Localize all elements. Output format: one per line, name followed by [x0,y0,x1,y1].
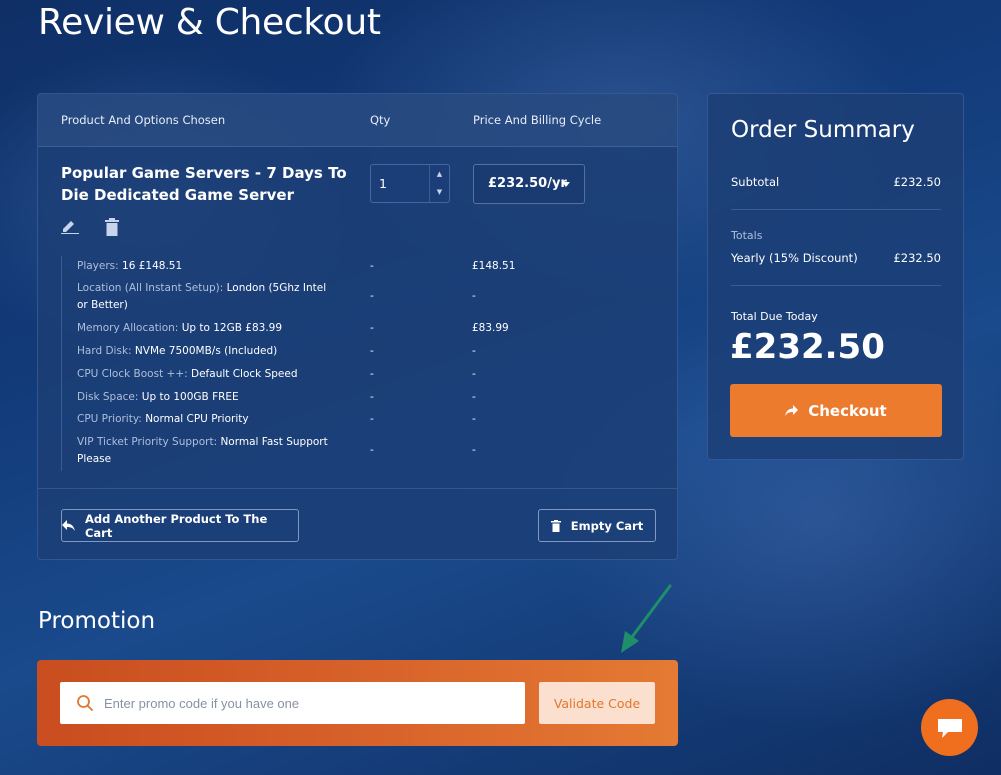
increment-icon[interactable]: ▲ [430,165,449,183]
totals-label: Totals [731,229,763,242]
quantity-value: 1 [379,176,387,191]
header-qty: Qty [370,113,391,127]
reply-arrow-icon [62,520,75,531]
option-key: VIP Ticket Priority Support: [77,436,218,448]
chevron-down-icon [562,182,570,187]
validate-code-button[interactable]: Validate Code [539,682,655,724]
option-value: 16 £148.51 [122,260,183,272]
chat-bubble-icon [937,718,962,738]
option-qty: - [370,290,374,302]
yearly-label: Yearly (15% Discount) [731,251,858,265]
option-key: Location (All Instant Setup): [77,282,224,294]
option-qty: - [370,322,374,334]
divider [731,209,941,210]
option-qty: - [370,345,374,357]
product-name: Popular Game Servers - 7 Days To Die Ded… [61,164,347,204]
options-list: Players: 16 £148.51 - £148.51 Location (… [61,256,671,471]
option-price: - [472,368,476,380]
empty-cart-label: Empty Cart [570,518,644,533]
option-qty: - [370,391,374,403]
option-qty: - [370,368,374,380]
cart-panel: Product And Options Chosen Qty Price And… [37,93,678,560]
yearly-row: Yearly (15% Discount) £232.50 [731,251,941,265]
decrement-icon[interactable]: ▼ [430,183,449,201]
checkout-button[interactable]: Checkout [730,384,942,437]
option-value: Default Clock Speed [191,368,298,380]
empty-cart-button[interactable]: Empty Cart [538,509,656,542]
header-product: Product And Options Chosen [61,113,226,127]
option-value: NVMe 7500MB/s (Included) [134,345,278,357]
option-price: - [472,290,476,302]
add-product-label: Add Another Product To The Cart [84,511,268,540]
option-key: CPU Clock Boost ++: [77,368,188,380]
promo-code-field[interactable] [60,682,525,724]
header-price: Price And Billing Cycle [473,113,602,127]
option-price: - [472,345,476,357]
chat-button[interactable] [921,699,978,756]
list-item: Players: 16 £148.51 - £148.51 [62,256,671,276]
due-label: Total Due Today [731,310,818,323]
option-price: £83.99 [472,322,509,334]
yearly-value: £232.50 [893,251,941,265]
option-key: CPU Priority: [77,413,142,425]
total-due-value: £232.50 [730,327,885,367]
trash-icon [550,519,561,532]
annotation-arrow-icon [621,584,672,653]
trash-icon[interactable] [104,218,120,236]
option-qty: - [370,444,374,456]
cart-divider [38,488,677,489]
option-value: Up to 100GB FREE [141,391,239,403]
option-key: Disk Space: [77,391,139,403]
option-price: £148.51 [472,260,516,272]
checkout-label: Checkout [808,401,887,420]
option-value: Normal CPU Priority [145,413,249,425]
add-product-button[interactable]: Add Another Product To The Cart [61,509,299,542]
option-price: - [472,413,476,425]
option-qty: - [370,413,374,425]
quantity-stepper[interactable]: 1 ▲ ▼ [370,164,450,203]
order-summary: Order Summary Subtotal £232.50 Totals Ye… [707,93,964,460]
quantity-spinner[interactable]: ▲ ▼ [429,165,449,202]
cart-header: Product And Options Chosen Qty Price And… [38,94,677,147]
billing-cycle-select[interactable]: £232.50/yr [473,164,585,204]
billing-cycle-value: £232.50/yr [488,176,567,191]
option-key: Players: [77,260,119,272]
option-price: - [472,391,476,403]
subtotal-row: Subtotal £232.50 [731,175,941,189]
share-arrow-icon [785,405,799,416]
search-icon [77,695,93,711]
subtotal-value: £232.50 [893,175,941,189]
option-value: Up to 12GB £83.99 [181,322,283,334]
summary-title: Order Summary [731,117,915,143]
promotion-title: Promotion [38,608,156,634]
promotion-bar: Validate Code [37,660,678,746]
promo-code-input[interactable] [104,695,504,711]
option-qty: - [370,260,374,272]
divider [731,285,941,286]
page-title: Review & Checkout [38,2,381,43]
option-key: Hard Disk: [77,345,132,357]
option-price: - [472,444,476,456]
subtotal-label: Subtotal [731,175,780,189]
option-key: Memory Allocation: [77,322,179,334]
pencil-icon[interactable] [60,218,80,234]
